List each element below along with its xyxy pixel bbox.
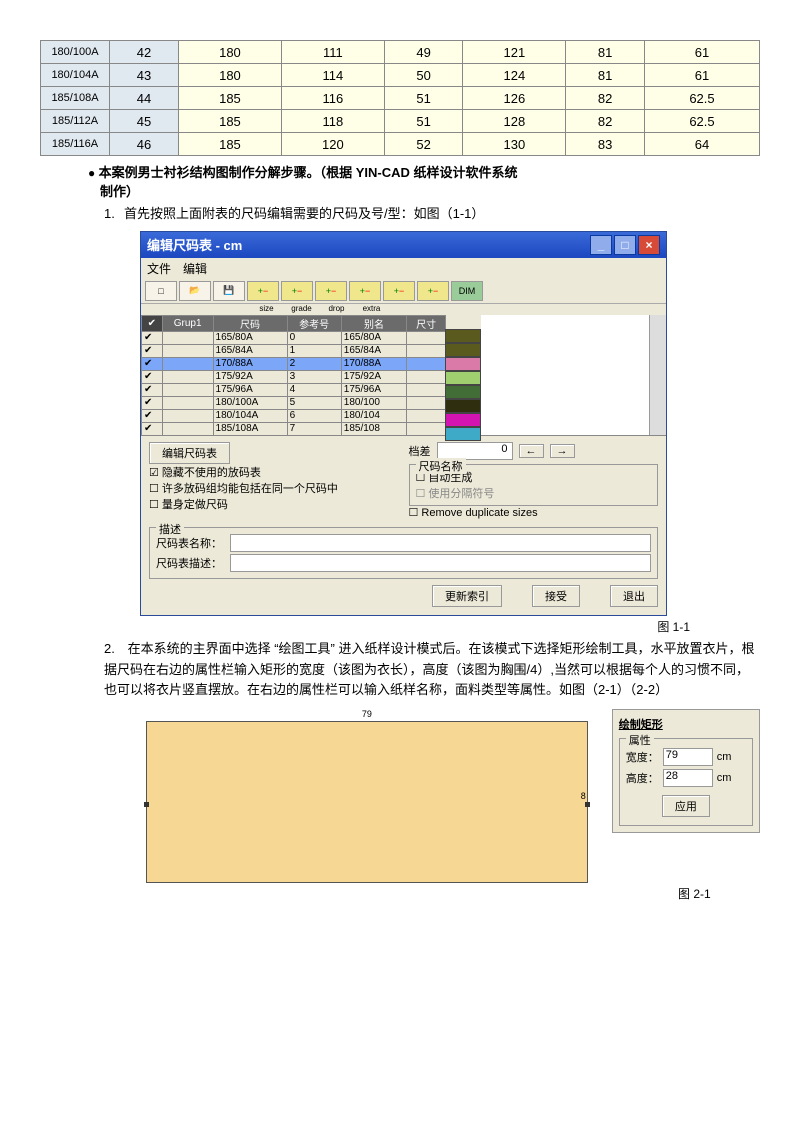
grade-btn[interactable]: +− <box>281 281 313 301</box>
size-row[interactable]: ✔170/88A2170/88A <box>142 357 446 370</box>
exit-button[interactable]: 退出 <box>610 585 658 607</box>
color-swatch <box>445 329 481 343</box>
drawing-canvas: 79 8 8 <box>140 709 594 883</box>
dim-btn[interactable]: DIM <box>451 281 483 301</box>
custom-size-checkbox[interactable]: 量身定做尺码 <box>149 496 399 512</box>
table-name-input[interactable] <box>230 534 651 552</box>
accept-button[interactable]: 接受 <box>532 585 580 607</box>
size-row[interactable]: ✔175/92A3175/92A <box>142 370 446 383</box>
menu-file[interactable]: 文件 <box>147 260 171 277</box>
color-swatch <box>445 371 481 385</box>
right-handle[interactable] <box>585 802 590 807</box>
pm-btn-2[interactable]: +− <box>417 281 449 301</box>
step-2: 2. 在本系统的主界面中选择 “绘图工具” 进入纸样设计模式后。在该模式下选择矩… <box>104 639 760 701</box>
panel-title: 绘制矩形 <box>619 716 753 732</box>
table-row: 180/100A42180111491218161 <box>41 41 760 64</box>
table-row: 180/104A43180114501248161 <box>41 64 760 87</box>
close-button[interactable]: × <box>638 235 660 255</box>
table-desc-input[interactable] <box>230 554 651 572</box>
figure-1-1-label: 图 1-1 <box>40 618 690 635</box>
dangcha-label: 档差 <box>409 443 431 459</box>
figure-2-1-label: 图 2-1 <box>678 885 760 902</box>
new-icon[interactable]: □ <box>145 281 177 301</box>
garment-rectangle[interactable] <box>146 721 588 883</box>
measurement-table: 180/100A42180111491218161180/104A4318011… <box>40 40 760 156</box>
size-row[interactable]: ✔185/108A7185/108 <box>142 422 446 435</box>
remove-dup-checkbox[interactable]: Remove duplicate sizes <box>409 506 659 519</box>
open-icon[interactable]: 📂 <box>179 281 211 301</box>
main-bullet: 本案例男士衬衫结构图制作分解步骤。（根据 YIN-CAD 纸样设计软件系统 制作… <box>88 162 760 200</box>
hide-unused-checkbox[interactable]: 隐藏不使用的放码表 <box>149 464 399 480</box>
size-row[interactable]: ✔165/80A0165/80A <box>142 331 446 344</box>
size-grid[interactable]: ✔Grup1尺码参考号别名尺寸✔165/80A0165/80A✔165/84A1… <box>141 315 446 435</box>
left-arrow-button[interactable]: ← <box>519 444 544 458</box>
right-arrow-button[interactable]: → <box>550 444 575 458</box>
size-row[interactable]: ✔180/104A6180/104 <box>142 409 446 422</box>
size-btn[interactable]: +− <box>247 281 279 301</box>
color-swatch <box>445 427 481 441</box>
scrollbar[interactable] <box>649 315 666 435</box>
size-row[interactable]: ✔165/84A1165/84A <box>142 344 446 357</box>
height-label: 高度： <box>626 770 659 786</box>
table-row: 185/116A46185120521308364 <box>41 133 760 156</box>
menu-bar: 文件 编辑 <box>141 258 666 279</box>
separator-checkbox[interactable]: 使用分隔符号 <box>416 485 652 501</box>
allow-multi-checkbox[interactable]: 许多放码组均能包括在同一个尺码中 <box>149 480 399 496</box>
toolbar: □ 📂 💾 +− +− +− +− +− +− DIM <box>141 279 666 304</box>
update-index-button[interactable]: 更新索引 <box>432 585 502 607</box>
property-panel: 绘制矩形 属性 宽度： 79 cm 高度： 28 cm 应用 <box>612 709 760 833</box>
apply-button[interactable]: 应用 <box>662 795 710 817</box>
size-row[interactable]: ✔180/100A5180/100 <box>142 396 446 409</box>
color-swatch <box>445 343 481 357</box>
drop-btn[interactable]: +− <box>315 281 347 301</box>
color-swatch <box>445 399 481 413</box>
pm-btn-1[interactable]: +− <box>383 281 415 301</box>
size-row[interactable]: ✔175/96A4175/96A <box>142 383 446 396</box>
size-editor-dialog: 编辑尺码表 - cm _ □ × 文件 编辑 □ 📂 💾 +− +− +− +−… <box>140 231 667 616</box>
color-swatch <box>445 357 481 371</box>
extra-btn[interactable]: +− <box>349 281 381 301</box>
width-label: 宽度： <box>626 749 659 765</box>
minimize-button[interactable]: _ <box>590 235 612 255</box>
save-icon[interactable]: 💾 <box>213 281 245 301</box>
edit-size-table-button[interactable]: 编辑尺码表 <box>149 442 230 464</box>
menu-edit[interactable]: 编辑 <box>183 260 207 277</box>
maximize-button[interactable]: □ <box>614 235 636 255</box>
height-input[interactable]: 28 <box>663 769 713 787</box>
width-input[interactable]: 79 <box>663 748 713 766</box>
titlebar: 编辑尺码表 - cm _ □ × <box>141 232 666 258</box>
left-handle[interactable] <box>144 802 149 807</box>
color-swatch <box>445 385 481 399</box>
color-swatch <box>445 413 481 427</box>
width-dimension: 79 <box>362 709 372 719</box>
step-1: 1.首先按照上面附表的尺码编辑需要的尺码及号/型：如图（1-1） <box>104 204 760 225</box>
table-row: 185/108A44185116511268262.5 <box>41 87 760 110</box>
window-title: 编辑尺码表 - cm <box>147 235 242 254</box>
color-column <box>446 315 481 435</box>
table-row: 185/112A45185118511288262.5 <box>41 110 760 133</box>
